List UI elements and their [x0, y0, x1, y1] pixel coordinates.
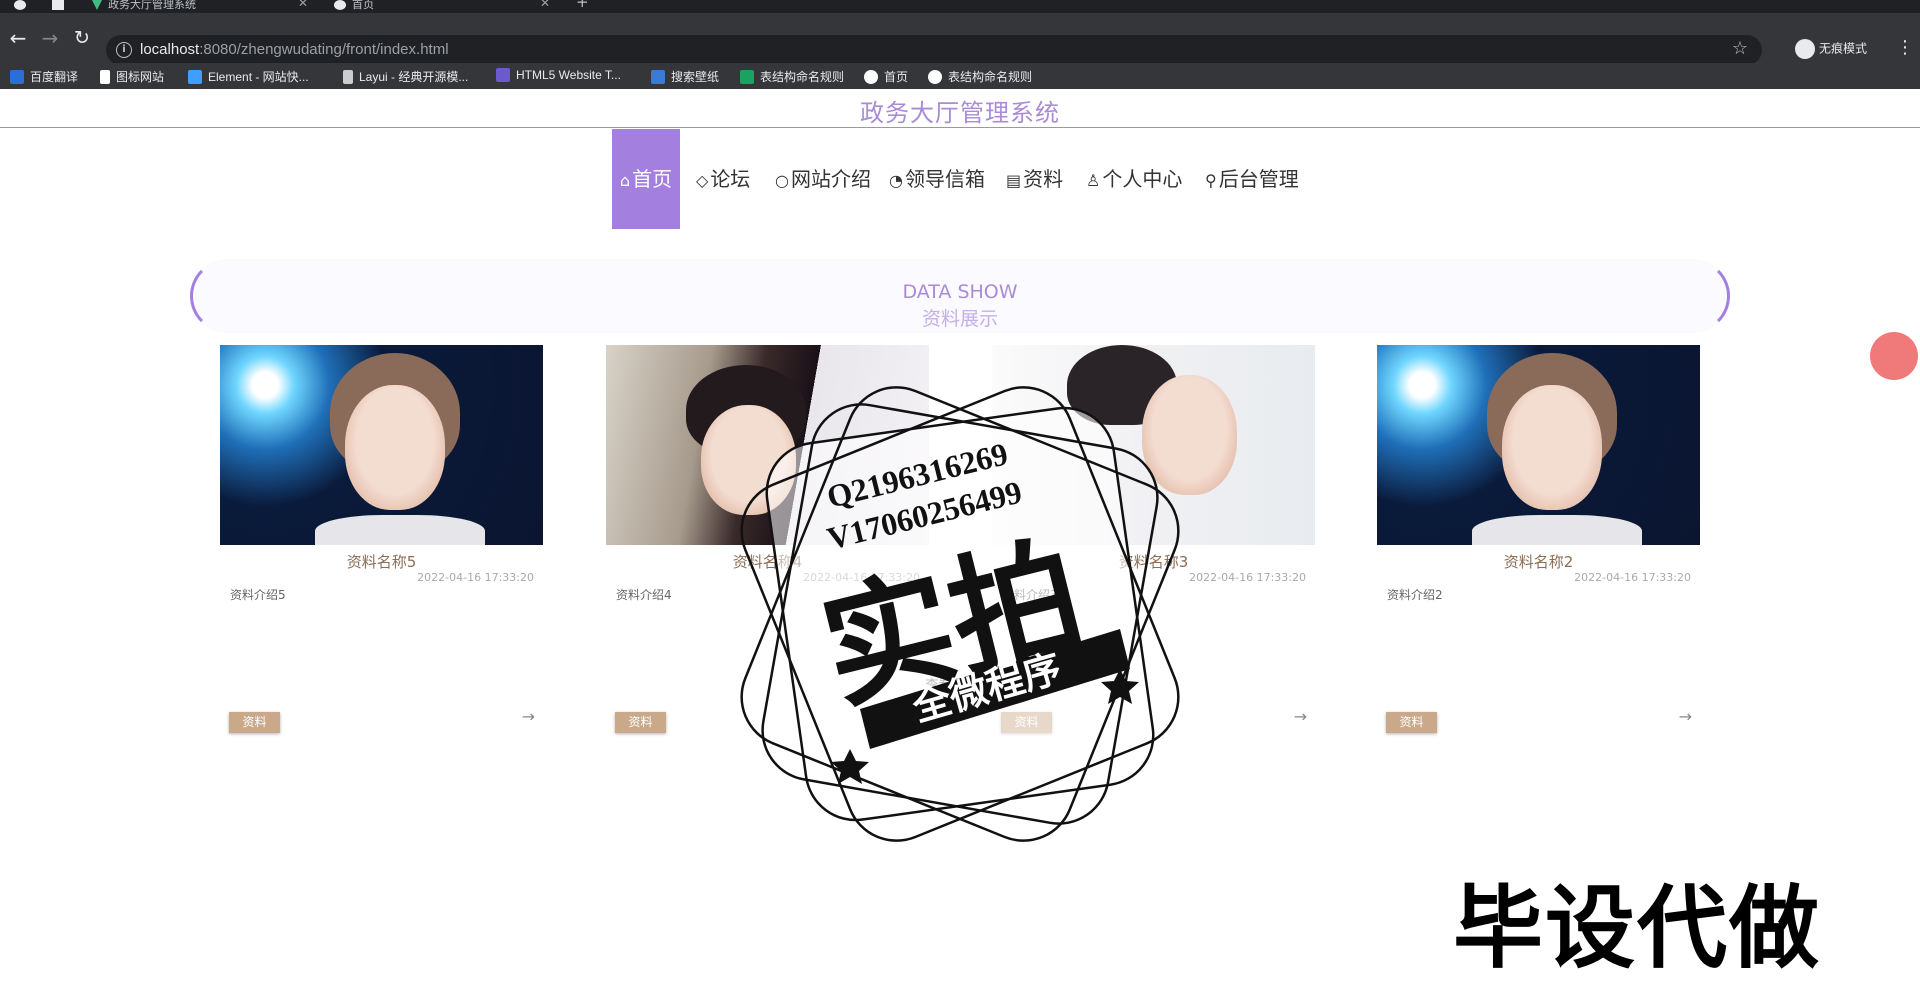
user-icon: ♙ — [1086, 171, 1101, 190]
view-more-link[interactable]: 查看更多 》 — [0, 674, 1920, 693]
close-icon[interactable]: ✕ — [298, 0, 308, 9]
bookmark-item[interactable]: 表结构命名规则 — [740, 68, 844, 85]
arrow-right-icon[interactable]: → — [522, 707, 535, 726]
tag-icon: ◇ — [696, 171, 709, 190]
reload-icon[interactable]: ↻ — [70, 26, 94, 50]
card-date: 2022-04-16 17:33:20 — [1574, 571, 1691, 584]
photo-detail — [1142, 375, 1237, 495]
bookmark-item[interactable]: Layui - 经典开源模... — [343, 68, 468, 85]
bookmark-item[interactable]: Element - 网站快... — [188, 68, 309, 85]
photo-detail — [1502, 385, 1602, 510]
photo-detail — [1472, 515, 1642, 545]
card-tag[interactable]: 资料 — [1001, 712, 1052, 733]
bookmark-item[interactable]: 首页 — [864, 68, 908, 85]
arrow-right-icon[interactable]: → — [1679, 707, 1692, 726]
material-card[interactable]: 资料名称5 2022-04-16 17:33:20 资料介绍5 资料 → — [220, 345, 543, 733]
card-title[interactable]: 资料名称3 — [992, 551, 1315, 572]
material-card[interactable]: 资料名称2 2022-04-16 17:33:20 资料介绍2 资料 → — [1377, 345, 1700, 733]
arrow-right-icon[interactable]: → — [1294, 707, 1307, 726]
card-tag[interactable]: 资料 — [229, 712, 280, 733]
card-date: 2022-04-16 17:33:20 — [417, 571, 534, 584]
incognito-icon — [1795, 39, 1815, 59]
nav-item-profile[interactable]: ♙ 个人中心 — [1086, 129, 1182, 229]
browser-toolbar: ← → ↻ i localhost:8080/zhengwudating/fro… — [0, 13, 1920, 65]
card-image[interactable] — [992, 345, 1315, 545]
address-bar[interactable]: i localhost:8080/zhengwudating/front/ind… — [106, 35, 1762, 65]
sheet-icon — [740, 70, 754, 84]
bookmark-star-icon[interactable]: ☆ — [1732, 38, 1748, 59]
browser-tab-1[interactable]: 政务大厅管理系统 ✕ — [92, 0, 312, 13]
card-intro: 资料介绍2 — [1387, 588, 1443, 602]
globe-icon — [928, 70, 942, 84]
card-date: 2022-04-16 17:33:20 — [803, 571, 920, 584]
browser-menu-icon[interactable] — [14, 0, 32, 13]
bookmark-item[interactable]: 百度翻译 — [10, 68, 78, 85]
card-title[interactable]: 资料名称2 — [1377, 551, 1700, 572]
browser-menu-icon[interactable]: ⋮ — [1896, 37, 1914, 58]
gauge-icon: ◔ — [889, 171, 903, 190]
incognito-label: 无痕模式 — [1819, 41, 1868, 56]
nav-item-materials[interactable]: ▤ 资料 — [1006, 129, 1063, 229]
material-card[interactable]: 资料名称4 2022-04-16 17:33:20 资料介绍4 资料 → — [606, 345, 929, 733]
globe-icon — [334, 0, 346, 10]
vue-icon — [92, 0, 102, 10]
card-intro: 资料介绍3 — [1002, 588, 1058, 602]
card-tag[interactable]: 资料 — [1386, 712, 1437, 733]
card-image[interactable] — [606, 345, 929, 545]
bookmark-item[interactable]: HTML5 Website T... — [496, 68, 621, 82]
translate-icon — [10, 70, 24, 84]
close-icon[interactable]: ✕ — [540, 0, 550, 9]
bookmark-item[interactable]: 图标网站 — [100, 68, 164, 85]
layui-icon — [343, 70, 353, 84]
html5-icon — [496, 68, 510, 82]
card-tag[interactable]: 资料 — [615, 712, 666, 733]
card-date: 2022-04-16 17:33:20 — [1189, 571, 1306, 584]
tab-title: 政务大厅管理系统 — [108, 0, 196, 11]
site-title: 政务大厅管理系统 — [860, 99, 1060, 127]
link-icon: ⚲ — [1205, 171, 1217, 190]
globe-icon — [864, 70, 878, 84]
photo-detail — [345, 385, 445, 510]
photo-detail — [701, 405, 796, 515]
calendar-icon: ▤ — [1006, 171, 1022, 190]
tab-title: 首页 — [352, 0, 374, 11]
photo-detail — [315, 515, 485, 545]
back-arrow-icon[interactable]: ← — [6, 26, 30, 50]
material-card[interactable]: 资料名称3 2022-04-16 17:33:20 资料介绍3 资料 → — [992, 345, 1315, 733]
card-intro: 资料介绍4 — [616, 588, 672, 602]
card-title[interactable]: 资料名称4 — [606, 551, 929, 572]
bookmark-item[interactable]: 表结构命名规则 — [928, 68, 1032, 85]
card-intro: 资料介绍5 — [230, 588, 286, 602]
info-icon[interactable]: i — [116, 42, 132, 58]
divider — [0, 127, 1920, 128]
section-title-cn: 资料展示 — [921, 308, 998, 330]
element-icon — [188, 70, 202, 84]
bookmark-item[interactable]: 搜索壁纸 — [651, 68, 719, 85]
browser-tab-2[interactable]: 首页 ✕ — [334, 0, 554, 13]
card-title[interactable]: 资料名称5 — [220, 551, 543, 572]
nav-item-forum[interactable]: ◇ 论坛 — [696, 129, 750, 229]
bottom-watermark: 毕设代做 — [1453, 876, 1821, 981]
wallpaper-icon — [651, 70, 665, 84]
forward-arrow-icon[interactable]: → — [38, 26, 62, 50]
url-text[interactable]: localhost:8080/zhengwudating/front/index… — [140, 41, 449, 58]
circle-icon: ○ — [775, 171, 789, 190]
nav-item-about[interactable]: ○ 网站介绍 — [775, 129, 871, 229]
tab-icon[interactable] — [52, 0, 70, 13]
page-content: 政务大厅管理系统 ⌂ 首页 ◇ 论坛 ○ 网站介绍 ◔ 领导信箱 ▤ 资料 ♙ 个人中心 ⚲… — [0, 89, 1920, 1003]
card-image[interactable] — [220, 345, 543, 545]
nav-item-home[interactable]: ⌂ 首页 — [612, 129, 680, 229]
nav-item-admin[interactable]: ⚲ 后台管理 — [1205, 129, 1299, 229]
section-title-en: DATA SHOW — [902, 281, 1018, 303]
browser-tab-strip: 政务大厅管理系统 ✕ 首页 ✕ + — [0, 0, 1920, 13]
arrow-right-icon[interactable]: → — [908, 707, 921, 726]
card-image[interactable] — [1377, 345, 1700, 545]
cursor-highlight — [1870, 332, 1918, 380]
flag-icon — [100, 70, 110, 84]
bookmarks-bar: 百度翻译 图标网站 Element - 网站快... Layui - 经典开源模… — [0, 63, 1920, 89]
home-icon: ⌂ — [619, 171, 631, 190]
nav-item-mailbox[interactable]: ◔ 领导信箱 — [889, 129, 985, 229]
new-tab-button[interactable]: + — [576, 0, 589, 11]
incognito-indicator[interactable]: 无痕模式 — [1795, 39, 1867, 59]
